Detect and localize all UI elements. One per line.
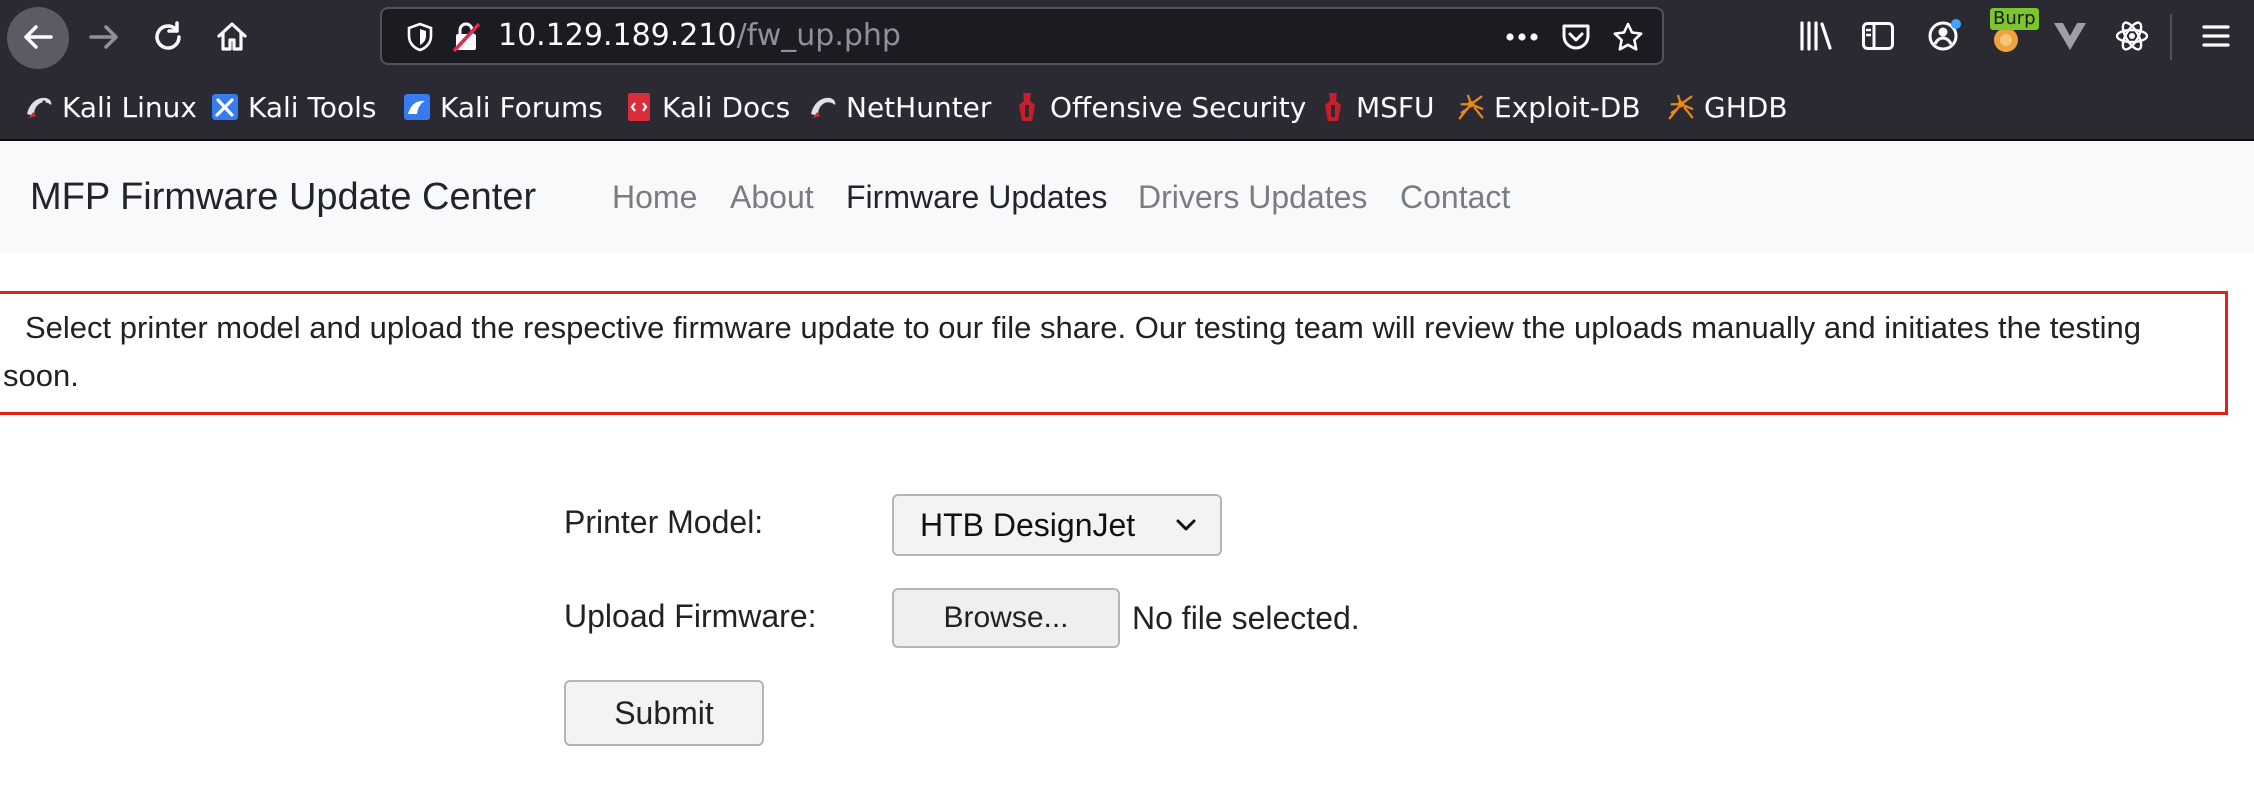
printer-model-value: HTB DesignJet: [920, 507, 1136, 543]
bookmark-label: Exploit-DB: [1494, 90, 1641, 124]
bookmark-label: Offensive Security: [1050, 90, 1307, 124]
react-devtools-icon[interactable]: [2110, 14, 2154, 58]
kali-docs-icon: [624, 92, 654, 122]
submit-button[interactable]: Submit: [564, 680, 764, 746]
printer-model-select[interactable]: HTB DesignJet: [892, 494, 1222, 556]
site-brand[interactable]: MFP Firmware Update Center: [30, 141, 536, 253]
hamburger-menu-icon[interactable]: [2194, 14, 2238, 58]
bookmark-label: Kali Linux: [62, 90, 197, 124]
bookmark-offensive-security[interactable]: Offensive Security: [1012, 86, 1306, 128]
url-bar[interactable]: 10.129.189.210/fw_up.php: [380, 7, 1664, 65]
upload-firmware-label: Upload Firmware:: [564, 598, 817, 634]
bookmark-ghdb[interactable]: GHDB: [1666, 86, 1788, 128]
bookmark-msfu[interactable]: MSFU: [1318, 86, 1435, 128]
chevron-down-icon: [1176, 519, 1196, 531]
bookmark-label: MSFU: [1356, 90, 1435, 124]
insecure-lock-icon[interactable]: [448, 19, 484, 55]
bookmark-star-icon[interactable]: [1610, 19, 1646, 55]
msfu-icon: [1318, 92, 1348, 122]
nethunter-icon: [808, 92, 838, 122]
reload-button[interactable]: [138, 7, 198, 67]
notice-box: Select printer model and upload the resp…: [0, 291, 2228, 415]
page-actions-icon[interactable]: [1504, 19, 1540, 55]
file-status-text: No file selected.: [1132, 600, 1360, 636]
kali-tools-icon: [210, 92, 240, 122]
bookmarks-bar: Kali Linux Kali Tools Kali Forums Kali D…: [0, 74, 2254, 140]
bookmark-kali-forums[interactable]: Kali Forums: [402, 86, 603, 128]
bookmark-exploit-db[interactable]: Exploit-DB: [1456, 86, 1641, 128]
url-path: /fw_up.php: [736, 18, 901, 53]
url-host: 10.129.189.210: [498, 18, 737, 53]
ghdb-icon: [1666, 92, 1696, 122]
nav-link-home[interactable]: Home: [612, 141, 697, 253]
nav-link-firmware-updates[interactable]: Firmware Updates: [846, 141, 1107, 253]
site-navbar: MFP Firmware Update Center Home About Fi…: [0, 141, 2254, 253]
sidebar-icon[interactable]: [1856, 14, 1900, 58]
burp-badge: Burp: [1990, 8, 2039, 30]
exploit-db-icon: [1456, 92, 1486, 122]
bookmark-nethunter[interactable]: NetHunter: [808, 86, 991, 128]
home-button[interactable]: [202, 7, 262, 67]
bookmark-label: Kali Forums: [440, 90, 603, 124]
forward-button[interactable]: [74, 7, 134, 67]
bookmark-label: GHDB: [1704, 90, 1788, 124]
pocket-icon[interactable]: [1558, 19, 1594, 55]
bookmark-label: Kali Tools: [248, 90, 377, 124]
library-icon[interactable]: [1794, 14, 1838, 58]
browser-chrome: 10.129.189.210/fw_up.php Burp Kali Linux…: [0, 0, 2254, 141]
bookmark-kali-docs[interactable]: Kali Docs: [624, 86, 790, 128]
bookmark-kali-linux[interactable]: Kali Linux: [24, 86, 197, 128]
printer-model-label: Printer Model:: [564, 504, 764, 540]
account-icon[interactable]: [1922, 14, 1966, 58]
bookmark-label: NetHunter: [846, 90, 992, 124]
kali-forums-icon: [402, 92, 432, 122]
nav-link-drivers-updates[interactable]: Drivers Updates: [1138, 141, 1367, 253]
notice-text: Select printer model and upload the resp…: [3, 310, 2142, 393]
browse-button[interactable]: Browse...: [892, 588, 1120, 648]
nav-link-about[interactable]: About: [730, 141, 814, 253]
browser-toolbar: 10.129.189.210/fw_up.php Burp: [0, 0, 2254, 74]
back-arrow-icon: [8, 7, 68, 67]
offsec-icon: [1012, 92, 1042, 122]
url-text[interactable]: 10.129.189.210/fw_up.php: [498, 9, 901, 63]
toolbar-separator: [2170, 14, 2172, 60]
vue-devtools-icon[interactable]: [2048, 14, 2092, 58]
home-icon: [217, 22, 247, 51]
bookmark-label: Kali Docs: [662, 90, 791, 124]
tracking-protection-shield-icon[interactable]: [402, 19, 438, 55]
reload-icon: [155, 21, 181, 50]
kali-dragon-icon: [24, 92, 54, 122]
forward-arrow-icon: [89, 25, 118, 49]
nav-link-contact[interactable]: Contact: [1400, 141, 1510, 253]
bookmark-kali-tools[interactable]: Kali Tools: [210, 86, 376, 128]
